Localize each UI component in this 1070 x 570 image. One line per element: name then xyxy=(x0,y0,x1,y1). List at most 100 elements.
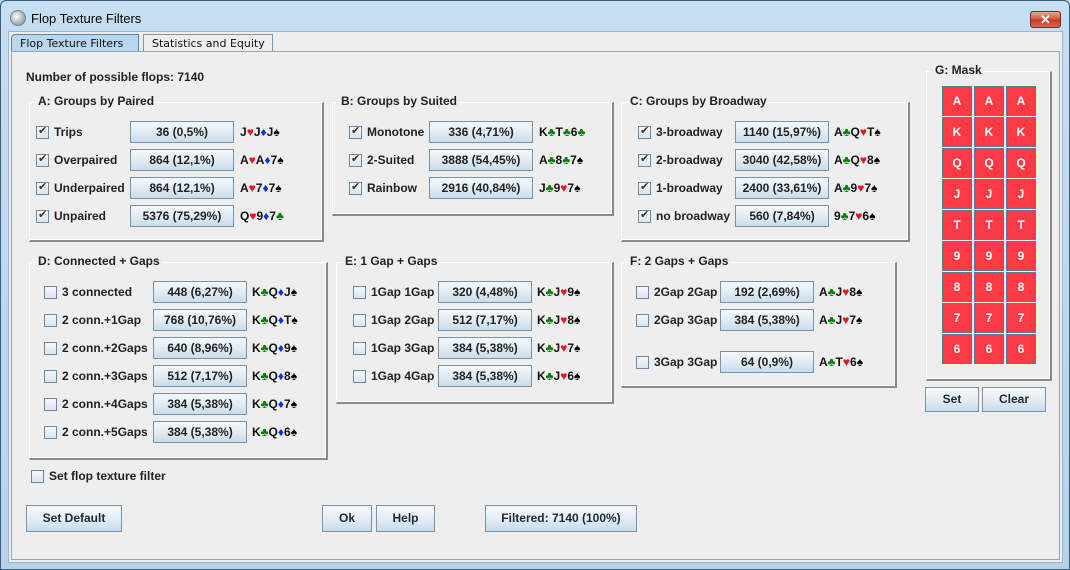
checkbox-2-conn-1gap[interactable] xyxy=(44,313,57,327)
checkbox-unpaired[interactable] xyxy=(36,208,49,223)
filter-row-1gap-2gap[interactable]: 1Gap 2Gap xyxy=(353,309,434,331)
mask-cell-7-3[interactable]: 7 xyxy=(1006,303,1036,333)
checkbox-1-broadway[interactable] xyxy=(638,180,651,195)
filter-row-no-broadway[interactable]: no broadway xyxy=(638,205,730,227)
checkbox-2-conn-5gaps[interactable] xyxy=(44,425,57,439)
mask-cell-9-1[interactable]: 9 xyxy=(942,241,972,271)
title-bar[interactable]: Flop Texture Filters ✕ xyxy=(1,1,1069,31)
count-button-3gap-3gap[interactable]: 64 (0,9%) xyxy=(720,351,814,373)
filter-row-2-conn-5gaps[interactable]: 2 conn.+5Gaps xyxy=(44,421,148,443)
mask-cell-k-3[interactable]: K xyxy=(1006,117,1036,147)
mask-cell-j-2[interactable]: J xyxy=(974,179,1004,209)
mask-cell-6-1[interactable]: 6 xyxy=(942,334,972,364)
mask-cell-t-3[interactable]: T xyxy=(1006,210,1036,240)
filter-row-2-conn-3gaps[interactable]: 2 conn.+3Gaps xyxy=(44,365,148,387)
filter-row-2-conn-4gaps[interactable]: 2 conn.+4Gaps xyxy=(44,393,148,415)
tab-statistics-and-equity[interactable]: Statistics and Equity xyxy=(143,34,273,52)
mask-cell-k-2[interactable]: K xyxy=(974,117,1004,147)
tab-flop-texture-filters[interactable]: Flop Texture Filters xyxy=(11,34,139,52)
count-button-2-conn-3gaps[interactable]: 512 (7,17%) xyxy=(153,365,247,387)
checkbox-1gap-2gap[interactable] xyxy=(353,313,366,327)
mask-cell-q-1[interactable]: Q xyxy=(942,148,972,178)
filter-row-3-broadway[interactable]: 3-broadway xyxy=(638,121,723,143)
checkbox-2-conn-3gaps[interactable] xyxy=(44,369,57,383)
set-filter-checkbox-row[interactable]: Set flop texture filter xyxy=(31,465,166,487)
filter-row-trips[interactable]: Trips xyxy=(36,121,83,143)
filter-row-rainbow[interactable]: Rainbow xyxy=(349,177,417,199)
filter-row-2gap-2gap[interactable]: 2Gap 2Gap xyxy=(636,281,717,303)
count-button-2-conn-1gap[interactable]: 768 (10,76%) xyxy=(153,309,247,331)
filter-row-2-conn-2gaps[interactable]: 2 conn.+2Gaps xyxy=(44,337,148,359)
mask-cell-a-3[interactable]: A xyxy=(1006,86,1036,116)
mask-cell-j-3[interactable]: J xyxy=(1006,179,1036,209)
close-button[interactable]: ✕ xyxy=(1030,11,1061,28)
mask-cell-8-1[interactable]: 8 xyxy=(942,272,972,302)
checkbox-3-connected[interactable] xyxy=(44,285,57,299)
count-button-1gap-1gap[interactable]: 320 (4,48%) xyxy=(438,281,532,303)
help-button[interactable]: Help xyxy=(376,505,435,532)
mask-cell-a-1[interactable]: A xyxy=(942,86,972,116)
count-button-2-broadway[interactable]: 3040 (42,58%) xyxy=(735,149,829,171)
ok-button[interactable]: Ok xyxy=(322,505,372,532)
filter-row-2-broadway[interactable]: 2-broadway xyxy=(638,149,723,171)
checkbox-2-broadway[interactable] xyxy=(638,152,651,167)
filter-row-3gap-3gap[interactable]: 3Gap 3Gap xyxy=(636,351,717,373)
count-button-rainbow[interactable]: 2916 (40,84%) xyxy=(429,177,533,199)
set-filter-checkbox[interactable] xyxy=(31,469,44,483)
mask-cell-9-3[interactable]: 9 xyxy=(1006,241,1036,271)
mask-cell-6-3[interactable]: 6 xyxy=(1006,334,1036,364)
filter-row-underpaired[interactable]: Underpaired xyxy=(36,177,125,199)
checkbox-overpaired[interactable] xyxy=(36,152,49,167)
checkbox-1gap-3gap[interactable] xyxy=(353,341,366,355)
checkbox-3gap-3gap[interactable] xyxy=(636,355,649,369)
mask-set-button[interactable]: Set xyxy=(925,387,979,412)
filter-row-1gap-4gap[interactable]: 1Gap 4Gap xyxy=(353,365,434,387)
mask-cell-t-1[interactable]: T xyxy=(942,210,972,240)
mask-cell-6-2[interactable]: 6 xyxy=(974,334,1004,364)
mask-cell-k-1[interactable]: K xyxy=(942,117,972,147)
filter-row-1-broadway[interactable]: 1-broadway xyxy=(638,177,723,199)
count-button-underpaired[interactable]: 864 (12,1%) xyxy=(130,177,234,199)
filter-row-monotone[interactable]: Monotone xyxy=(349,121,424,143)
checkbox-2-conn-4gaps[interactable] xyxy=(44,397,57,411)
mask-cell-8-3[interactable]: 8 xyxy=(1006,272,1036,302)
filter-row-overpaired[interactable]: Overpaired xyxy=(36,149,117,171)
filter-row-1gap-3gap[interactable]: 1Gap 3Gap xyxy=(353,337,434,359)
checkbox-3-broadway[interactable] xyxy=(638,124,651,139)
checkbox-rainbow[interactable] xyxy=(349,180,362,195)
mask-cell-q-3[interactable]: Q xyxy=(1006,148,1036,178)
mask-cell-j-1[interactable]: J xyxy=(942,179,972,209)
checkbox-1gap-4gap[interactable] xyxy=(353,369,366,383)
mask-clear-button[interactable]: Clear xyxy=(982,387,1046,412)
checkbox-2-suited[interactable] xyxy=(349,152,362,167)
mask-cell-q-2[interactable]: Q xyxy=(974,148,1004,178)
checkbox-2gap-2gap[interactable] xyxy=(636,285,649,299)
count-button-2-conn-5gaps[interactable]: 384 (5,38%) xyxy=(153,421,247,443)
count-button-unpaired[interactable]: 5376 (75,29%) xyxy=(130,205,234,227)
checkbox-underpaired[interactable] xyxy=(36,180,49,195)
mask-cell-a-2[interactable]: A xyxy=(974,86,1004,116)
mask-cell-t-2[interactable]: T xyxy=(974,210,1004,240)
set-default-button[interactable]: Set Default xyxy=(26,505,122,532)
checkbox-trips[interactable] xyxy=(36,124,49,139)
count-button-2gap-2gap[interactable]: 192 (2,69%) xyxy=(720,281,814,303)
count-button-1gap-4gap[interactable]: 384 (5,38%) xyxy=(438,365,532,387)
mask-cell-8-2[interactable]: 8 xyxy=(974,272,1004,302)
filter-row-2gap-3gap[interactable]: 2Gap 3Gap xyxy=(636,309,717,331)
count-button-trips[interactable]: 36 (0,5%) xyxy=(130,121,234,143)
count-button-2-conn-2gaps[interactable]: 640 (8,96%) xyxy=(153,337,247,359)
filter-row-1gap-1gap[interactable]: 1Gap 1Gap xyxy=(353,281,434,303)
count-button-1gap-2gap[interactable]: 512 (7,17%) xyxy=(438,309,532,331)
count-button-2gap-3gap[interactable]: 384 (5,38%) xyxy=(720,309,814,331)
checkbox-no-broadway[interactable] xyxy=(638,208,651,223)
filter-row-unpaired[interactable]: Unpaired xyxy=(36,205,106,227)
checkbox-monotone[interactable] xyxy=(349,124,362,139)
count-button-2-conn-4gaps[interactable]: 384 (5,38%) xyxy=(153,393,247,415)
mask-cell-7-2[interactable]: 7 xyxy=(974,303,1004,333)
count-button-no-broadway[interactable]: 560 (7,84%) xyxy=(735,205,829,227)
count-button-3-broadway[interactable]: 1140 (15,97%) xyxy=(735,121,829,143)
checkbox-2gap-3gap[interactable] xyxy=(636,313,649,327)
filter-row-3-connected[interactable]: 3 connected xyxy=(44,281,132,303)
count-button-3-connected[interactable]: 448 (6,27%) xyxy=(153,281,247,303)
mask-cell-9-2[interactable]: 9 xyxy=(974,241,1004,271)
